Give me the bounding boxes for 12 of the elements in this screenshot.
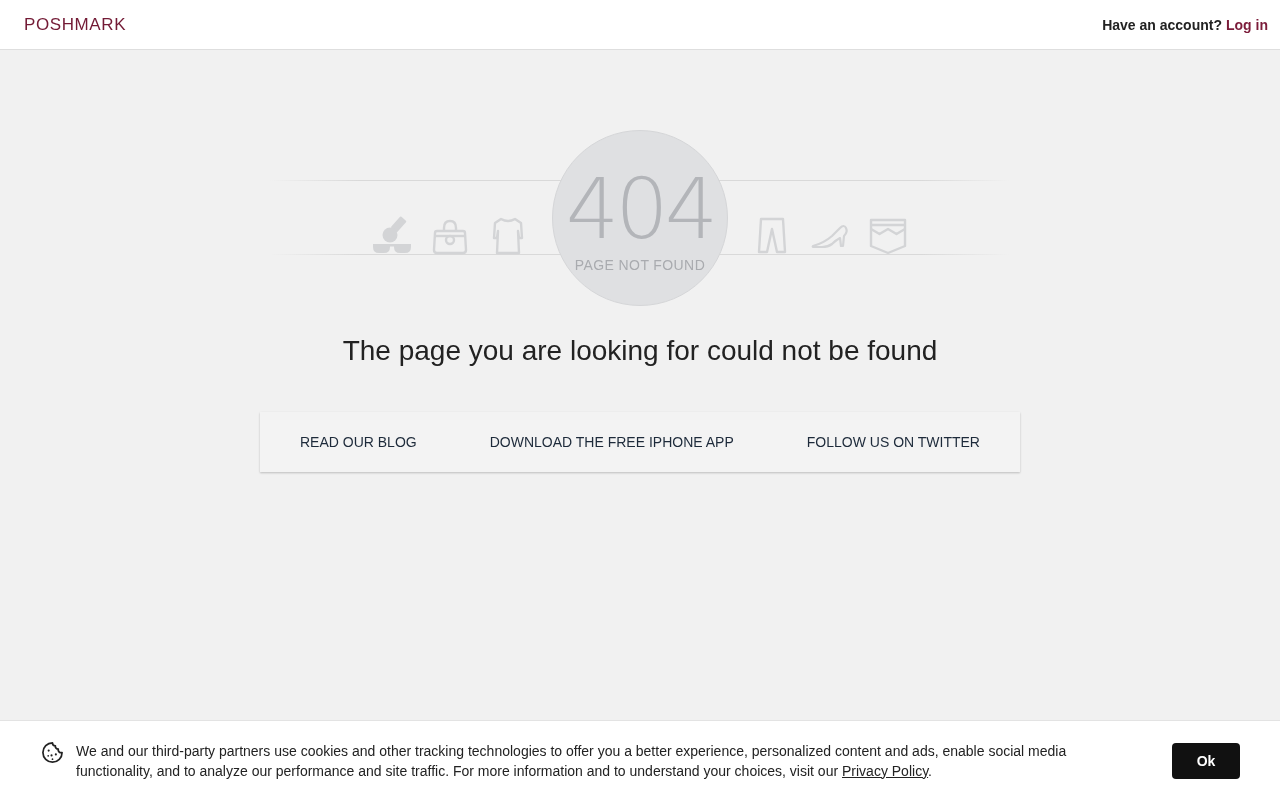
ok-button[interactable]: Ok: [1172, 742, 1240, 779]
sunglasses-lipstick-icon: [372, 216, 412, 256]
nav-link[interactable]: READ OUR BLOG: [300, 434, 417, 450]
login-link[interactable]: Log in: [1226, 16, 1268, 33]
nav-link[interactable]: DOWNLOAD THE FREE IPHONE APP: [489, 434, 734, 450]
cookie-notice: We and our third-party partners use cookies and other tracking technologies to offer you a better experience, personalized content and ads, enable social media functionality, and to analyze our performance and site traffic. For more information and to understand your choices, visit our Privacy Policy.: [76, 741, 1068, 781]
poshmark-logo[interactable]: POSHMARK: [24, 14, 127, 35]
nav-link[interactable]: FOLLOW US ON TWITTER: [806, 434, 980, 450]
cookie-icon: [41, 741, 64, 764]
error-message: The page you are looking for could not be found: [342, 334, 938, 368]
wallet-icon: [868, 216, 908, 256]
account-prompt: Have an account?: [1102, 16, 1222, 33]
